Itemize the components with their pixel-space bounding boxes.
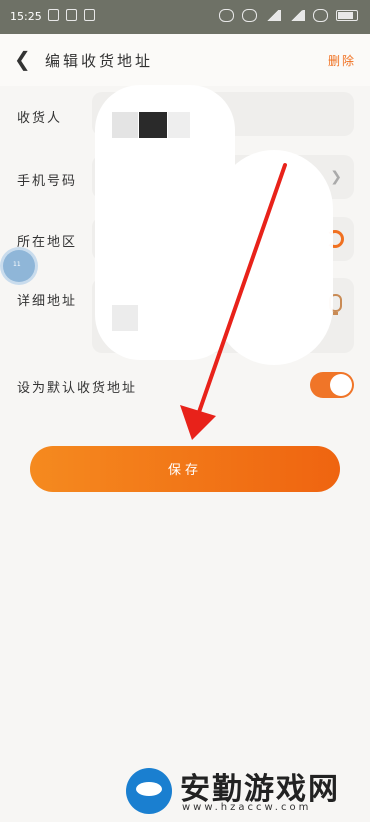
notification-icons [48, 9, 95, 21]
delete-button[interactable]: 删除 [328, 52, 356, 69]
address-label: 详细地址 [17, 294, 78, 309]
recipient-label: 收货人 [17, 111, 63, 126]
toggle-knob [330, 374, 352, 396]
watermark-logo-icon [126, 768, 172, 814]
pixelated-block [112, 305, 138, 331]
region-label: 所在地区 [17, 235, 78, 250]
pixelated-block [168, 112, 190, 138]
mute-icon [219, 9, 234, 22]
pixelated-block [139, 112, 167, 138]
nav-bar: ❮ 编辑收货地址 删除 [0, 34, 370, 86]
annotation-arrow-head [180, 405, 216, 440]
wifi-icon [313, 9, 328, 22]
default-address-toggle[interactable] [310, 372, 354, 398]
app-notification-icon [48, 9, 59, 21]
alarm-icon [242, 9, 257, 22]
pixelated-block [112, 112, 138, 138]
bag-notification-icon [84, 9, 95, 21]
signal-2-icon [289, 10, 305, 21]
watermark-url: www.hzaccw.com [182, 802, 312, 813]
status-bar: 15:25 [0, 0, 370, 34]
watermark: 安勤游戏网 www.hzaccw.com [120, 760, 365, 820]
back-arrow-icon[interactable]: ❮ [14, 49, 31, 69]
status-time: 15:25 [10, 10, 42, 23]
chevron-right-icon[interactable]: ❯ [330, 169, 342, 185]
privacy-blur-2 [215, 150, 333, 365]
shield-notification-icon [66, 9, 77, 21]
floating-badge-text: 11 [13, 261, 21, 268]
phone-label: 手机号码 [17, 174, 78, 189]
battery-icon [336, 10, 358, 21]
signal-icon [265, 10, 281, 21]
floating-assistant-button[interactable]: 11 [3, 250, 35, 282]
page-title: 编辑收货地址 [45, 52, 154, 70]
save-button[interactable]: 保存 [30, 446, 340, 492]
default-address-label: 设为默认收货地址 [17, 381, 138, 396]
system-icons [219, 9, 358, 22]
